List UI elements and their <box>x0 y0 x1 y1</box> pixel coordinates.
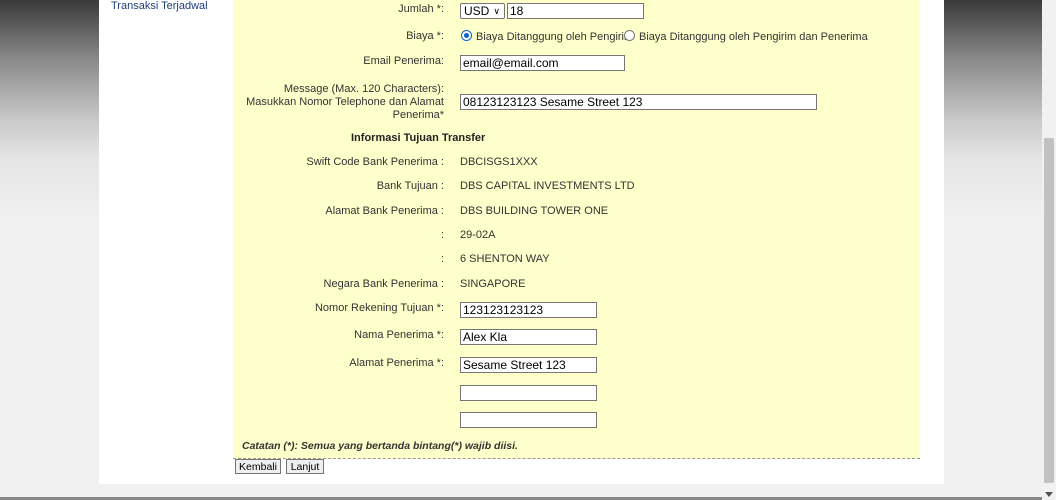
page-content: Transaksi Terjadwal Jumlah *: USD ∨ Biay… <box>99 0 944 484</box>
alamat-penerima-input-1[interactable] <box>460 357 597 373</box>
message-label-line1: Message (Max. 120 Characters): <box>283 83 444 95</box>
negara-value: SINGAPORE <box>460 278 526 290</box>
amount-input[interactable] <box>507 3 644 19</box>
biaya-label: Biaya *: <box>406 30 444 42</box>
radio-biaya-pengirim[interactable] <box>461 30 472 41</box>
nama-input[interactable] <box>460 329 597 345</box>
alamat-bank-label: Alamat Bank Penerima : <box>325 205 444 217</box>
alamat-bank-colon-3: : <box>440 253 444 265</box>
nama-label: Nama Penerima *: <box>354 329 444 341</box>
jumlah-label: Jumlah *: <box>398 3 444 15</box>
message-input[interactable] <box>460 94 817 110</box>
alamat-penerima-label: Alamat Penerima *: <box>349 357 444 369</box>
message-label-line2: Masukkan Nomor Telephone dan Alamat <box>246 96 444 108</box>
radio-biaya-pengirim-label: Biaya Ditanggung oleh Pengirim <box>476 31 634 43</box>
rekening-label: Nomor Rekening Tujuan *: <box>314 302 444 314</box>
swift-value: DBCISGS1XXX <box>460 156 538 168</box>
alamat-bank-line3: 6 SHENTON WAY <box>460 253 550 265</box>
negara-label: Negara Bank Penerima : <box>323 278 444 290</box>
section-title: Informasi Tujuan Transfer <box>351 132 486 144</box>
next-button[interactable]: Lanjut <box>286 459 324 474</box>
required-note: Catatan (*): Semua yang bertanda bintang… <box>242 440 518 452</box>
radio-biaya-pengirim-penerima[interactable] <box>624 30 635 41</box>
rekening-input[interactable] <box>460 302 597 318</box>
arrow-down-icon[interactable] <box>1045 492 1053 497</box>
currency-value: USD <box>464 4 490 18</box>
alamat-bank-colon-2: : <box>440 229 444 241</box>
radio-biaya-pengirim-penerima-label: Biaya Ditanggung oleh Pengirim dan Pener… <box>639 31 868 43</box>
bank-label: Bank Tujuan : <box>376 180 444 192</box>
alamat-penerima-input-3[interactable] <box>460 412 597 428</box>
sidebar-link-transaksi-terjadwal[interactable]: Transaksi Terjadwal <box>111 0 208 12</box>
email-input[interactable] <box>460 55 625 71</box>
email-label: Email Penerima: <box>363 55 444 67</box>
scrollbar-thumb[interactable] <box>1044 138 1054 483</box>
currency-select[interactable]: USD ∨ <box>460 3 505 19</box>
transfer-form: Jumlah *: USD ∨ Biaya *: Biaya Ditanggun… <box>233 0 920 459</box>
chevron-down-icon: ∨ <box>493 5 500 16</box>
alamat-bank-line2: 29-02A <box>460 229 496 241</box>
swift-label: Swift Code Bank Penerima : <box>306 156 444 168</box>
alamat-bank-line1: DBS BUILDING TOWER ONE <box>460 205 609 217</box>
message-label-line3: Penerima* <box>392 109 444 121</box>
alamat-penerima-input-2[interactable] <box>460 385 597 401</box>
vertical-scrollbar[interactable] <box>1042 0 1056 500</box>
back-button[interactable]: Kembali <box>235 459 281 474</box>
bank-value: DBS CAPITAL INVESTMENTS LTD <box>460 180 635 192</box>
